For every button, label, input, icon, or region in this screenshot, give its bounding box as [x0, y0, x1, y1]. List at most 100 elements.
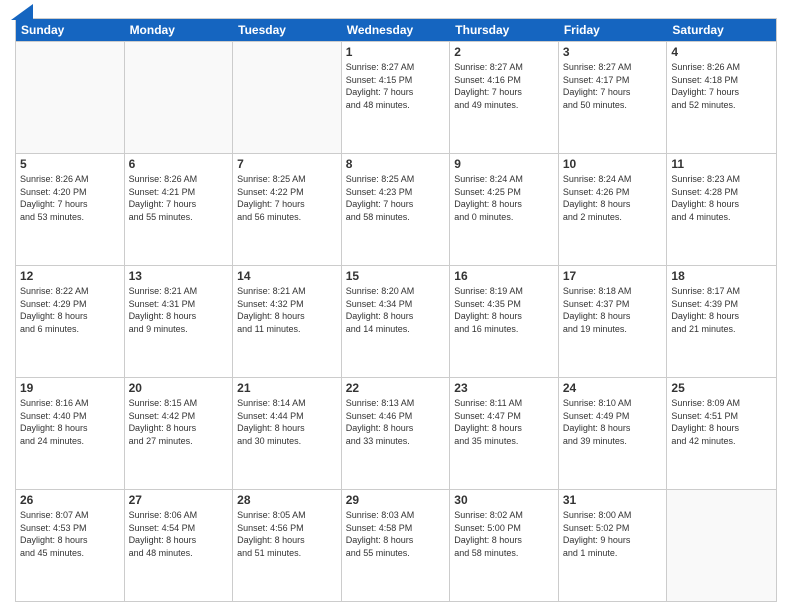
day-cell-26: 26 Sunrise: 8:07 AM Sunset: 4:53 PM Dayli… — [16, 490, 125, 601]
day-cell-25: 25 Sunrise: 8:09 AM Sunset: 4:51 PM Dayli… — [667, 378, 776, 489]
day-number: 18 — [671, 269, 772, 283]
cell-info: Sunrise: 8:21 AM Sunset: 4:31 PM Dayligh… — [129, 285, 229, 335]
day-cell-9: 9 Sunrise: 8:24 AM Sunset: 4:25 PM Daylig… — [450, 154, 559, 265]
day-number: 9 — [454, 157, 554, 171]
cell-info: Sunrise: 8:13 AM Sunset: 4:46 PM Dayligh… — [346, 397, 446, 447]
day-cell-22: 22 Sunrise: 8:13 AM Sunset: 4:46 PM Dayli… — [342, 378, 451, 489]
logo-icon — [11, 4, 33, 20]
weekday-header-saturday: Saturday — [667, 19, 776, 41]
cell-info: Sunrise: 8:18 AM Sunset: 4:37 PM Dayligh… — [563, 285, 663, 335]
cell-info: Sunrise: 8:02 AM Sunset: 5:00 PM Dayligh… — [454, 509, 554, 559]
day-cell-8: 8 Sunrise: 8:25 AM Sunset: 4:23 PM Daylig… — [342, 154, 451, 265]
cell-info: Sunrise: 8:07 AM Sunset: 4:53 PM Dayligh… — [20, 509, 120, 559]
cell-info: Sunrise: 8:27 AM Sunset: 4:16 PM Dayligh… — [454, 61, 554, 111]
calendar-row-2: 12 Sunrise: 8:22 AM Sunset: 4:29 PM Dayli… — [16, 265, 776, 377]
day-number: 19 — [20, 381, 120, 395]
cell-info: Sunrise: 8:00 AM Sunset: 5:02 PM Dayligh… — [563, 509, 663, 559]
day-number: 21 — [237, 381, 337, 395]
day-number: 17 — [563, 269, 663, 283]
cell-info: Sunrise: 8:27 AM Sunset: 4:15 PM Dayligh… — [346, 61, 446, 111]
day-number: 14 — [237, 269, 337, 283]
cell-info: Sunrise: 8:26 AM Sunset: 4:20 PM Dayligh… — [20, 173, 120, 223]
day-cell-16: 16 Sunrise: 8:19 AM Sunset: 4:35 PM Dayli… — [450, 266, 559, 377]
day-number: 26 — [20, 493, 120, 507]
day-cell-3: 3 Sunrise: 8:27 AM Sunset: 4:17 PM Daylig… — [559, 42, 668, 153]
cell-info: Sunrise: 8:06 AM Sunset: 4:54 PM Dayligh… — [129, 509, 229, 559]
day-number: 6 — [129, 157, 229, 171]
weekday-header-thursday: Thursday — [450, 19, 559, 41]
calendar-row-3: 19Sunrise: 8:16 AM Sunset: 4:40 PM Dayli… — [16, 377, 776, 489]
day-cell-31: 31 Sunrise: 8:00 AM Sunset: 5:02 PM Dayli… — [559, 490, 668, 601]
weekday-header-wednesday: Wednesday — [342, 19, 451, 41]
day-cell-19: 19Sunrise: 8:16 AM Sunset: 4:40 PM Dayli… — [16, 378, 125, 489]
day-number: 31 — [563, 493, 663, 507]
cell-info: Sunrise: 8:25 AM Sunset: 4:22 PM Dayligh… — [237, 173, 337, 223]
day-number: 22 — [346, 381, 446, 395]
cell-info: Sunrise: 8:22 AM Sunset: 4:29 PM Dayligh… — [20, 285, 120, 335]
weekday-header-tuesday: Tuesday — [233, 19, 342, 41]
day-cell-20: 20 Sunrise: 8:15 AM Sunset: 4:42 PM Dayli… — [125, 378, 234, 489]
day-cell-1: 1 Sunrise: 8:27 AM Sunset: 4:15 PM Daylig… — [342, 42, 451, 153]
cell-info: Sunrise: 8:21 AM Sunset: 4:32 PM Dayligh… — [237, 285, 337, 335]
cell-info: Sunrise: 8:27 AM Sunset: 4:17 PM Dayligh… — [563, 61, 663, 111]
day-number: 11 — [671, 157, 772, 171]
day-number: 27 — [129, 493, 229, 507]
day-number: 24 — [563, 381, 663, 395]
day-number: 8 — [346, 157, 446, 171]
cell-info: Sunrise: 8:17 AM Sunset: 4:39 PM Dayligh… — [671, 285, 772, 335]
cell-info: Sunrise: 8:15 AM Sunset: 4:42 PM Dayligh… — [129, 397, 229, 447]
calendar-row-1: 5 Sunrise: 8:26 AM Sunset: 4:20 PM Daylig… — [16, 153, 776, 265]
cell-info: Sunrise: 8:25 AM Sunset: 4:23 PM Dayligh… — [346, 173, 446, 223]
day-cell-13: 13 Sunrise: 8:21 AM Sunset: 4:31 PM Dayli… — [125, 266, 234, 377]
day-cell-23: 23 Sunrise: 8:11 AM Sunset: 4:47 PM Dayli… — [450, 378, 559, 489]
cell-info: Sunrise: 8:19 AM Sunset: 4:35 PM Dayligh… — [454, 285, 554, 335]
page: SundayMondayTuesdayWednesdayThursdayFrid… — [0, 0, 792, 612]
day-cell-28: 28Sunrise: 8:05 AM Sunset: 4:56 PM Dayli… — [233, 490, 342, 601]
day-number: 15 — [346, 269, 446, 283]
empty-cell-4-6 — [667, 490, 776, 601]
day-number: 23 — [454, 381, 554, 395]
calendar-row-4: 26 Sunrise: 8:07 AM Sunset: 4:53 PM Dayli… — [16, 489, 776, 601]
day-number: 20 — [129, 381, 229, 395]
cell-info: Sunrise: 8:09 AM Sunset: 4:51 PM Dayligh… — [671, 397, 772, 447]
empty-cell-0-2 — [233, 42, 342, 153]
day-number: 10 — [563, 157, 663, 171]
day-number: 1 — [346, 45, 446, 59]
day-cell-2: 2 Sunrise: 8:27 AM Sunset: 4:16 PM Daylig… — [450, 42, 559, 153]
day-cell-11: 11Sunrise: 8:23 AM Sunset: 4:28 PM Dayli… — [667, 154, 776, 265]
day-cell-18: 18 Sunrise: 8:17 AM Sunset: 4:39 PM Dayli… — [667, 266, 776, 377]
day-cell-10: 10 Sunrise: 8:24 AM Sunset: 4:26 PM Dayli… — [559, 154, 668, 265]
cell-info: Sunrise: 8:05 AM Sunset: 4:56 PM Dayligh… — [237, 509, 337, 559]
cell-info: Sunrise: 8:24 AM Sunset: 4:26 PM Dayligh… — [563, 173, 663, 223]
day-number: 25 — [671, 381, 772, 395]
day-number: 12 — [20, 269, 120, 283]
weekday-header-sunday: Sunday — [16, 19, 125, 41]
cell-info: Sunrise: 8:10 AM Sunset: 4:49 PM Dayligh… — [563, 397, 663, 447]
cell-info: Sunrise: 8:20 AM Sunset: 4:34 PM Dayligh… — [346, 285, 446, 335]
day-cell-24: 24 Sunrise: 8:10 AM Sunset: 4:49 PM Dayli… — [559, 378, 668, 489]
day-number: 29 — [346, 493, 446, 507]
cell-info: Sunrise: 8:24 AM Sunset: 4:25 PM Dayligh… — [454, 173, 554, 223]
calendar-header: SundayMondayTuesdayWednesdayThursdayFrid… — [16, 19, 776, 41]
weekday-header-friday: Friday — [559, 19, 668, 41]
calendar: SundayMondayTuesdayWednesdayThursdayFrid… — [15, 18, 777, 602]
cell-info: Sunrise: 8:11 AM Sunset: 4:47 PM Dayligh… — [454, 397, 554, 447]
day-cell-6: 6Sunrise: 8:26 AM Sunset: 4:21 PM Daylig… — [125, 154, 234, 265]
day-cell-17: 17 Sunrise: 8:18 AM Sunset: 4:37 PM Dayli… — [559, 266, 668, 377]
day-number: 16 — [454, 269, 554, 283]
day-number: 13 — [129, 269, 229, 283]
day-number: 2 — [454, 45, 554, 59]
day-number: 5 — [20, 157, 120, 171]
day-cell-14: 14 Sunrise: 8:21 AM Sunset: 4:32 PM Dayli… — [233, 266, 342, 377]
day-cell-4: 4Sunrise: 8:26 AM Sunset: 4:18 PM Daylig… — [667, 42, 776, 153]
day-cell-12: 12 Sunrise: 8:22 AM Sunset: 4:29 PM Dayli… — [16, 266, 125, 377]
weekday-header-monday: Monday — [125, 19, 234, 41]
empty-cell-0-1 — [125, 42, 234, 153]
empty-cell-0-0 — [16, 42, 125, 153]
day-cell-5: 5 Sunrise: 8:26 AM Sunset: 4:20 PM Daylig… — [16, 154, 125, 265]
day-number: 4 — [671, 45, 772, 59]
day-cell-15: 15 Sunrise: 8:20 AM Sunset: 4:34 PM Dayli… — [342, 266, 451, 377]
day-cell-21: 21Sunrise: 8:14 AM Sunset: 4:44 PM Dayli… — [233, 378, 342, 489]
day-number: 3 — [563, 45, 663, 59]
day-cell-27: 27 Sunrise: 8:06 AM Sunset: 4:54 PM Dayli… — [125, 490, 234, 601]
